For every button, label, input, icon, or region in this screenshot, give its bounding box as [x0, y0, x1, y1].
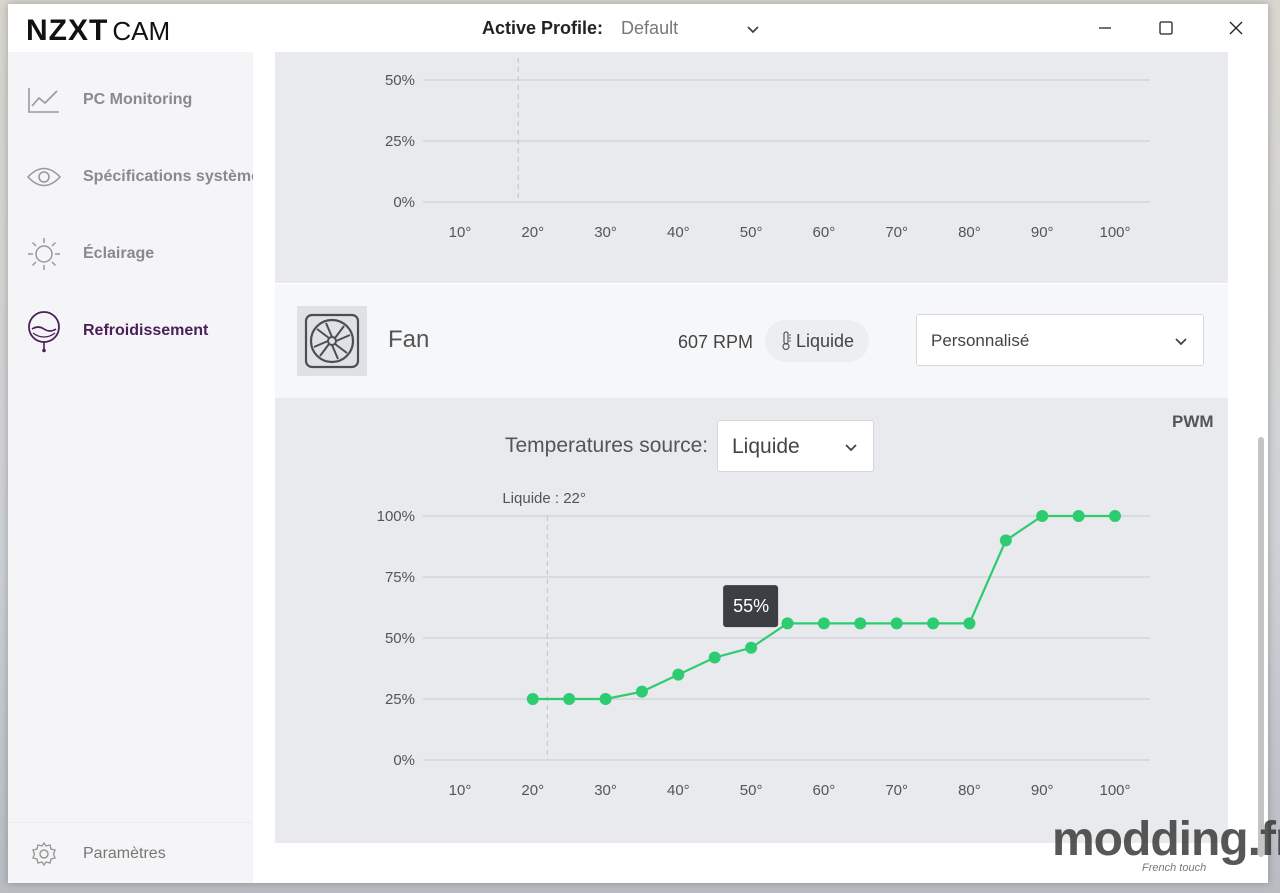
- sidebar-item-lighting[interactable]: Éclairage: [8, 229, 253, 279]
- fan-rpm: 607 RPM: [678, 332, 754, 352]
- profile-label: Active Profile:: [482, 18, 604, 38]
- active-profile-selector[interactable]: Active Profile: Default: [482, 18, 761, 39]
- sidebar-item-settings[interactable]: Paramètres: [8, 829, 253, 879]
- minimize-icon: [1099, 27, 1111, 29]
- x-tick-label: 20°: [521, 224, 544, 241]
- source-pill-label: Liquide: [795, 330, 855, 351]
- sidebar-item-pc-monitoring[interactable]: PC Monitoring: [8, 75, 253, 125]
- curve-point: [1036, 510, 1049, 522]
- curve-line: [532, 514, 1115, 701]
- y-tick-label: 0%: [393, 752, 415, 769]
- tooltip-text: 55%: [733, 596, 769, 616]
- curve-point: [927, 617, 940, 630]
- fan-header-row: Fan 607 RPM Liquide Personnalisé: [275, 284, 1228, 398]
- watermark-sub: French touch: [1142, 862, 1207, 874]
- sidebar-item-label: Refroidissement: [83, 322, 209, 339]
- sun-icon: [26, 236, 62, 272]
- curve-point: [999, 534, 1012, 547]
- sidebar-footer: Paramètres: [8, 822, 253, 884]
- x-tick-label: 90°: [1031, 224, 1054, 241]
- x-tick-label: 40°: [667, 782, 690, 799]
- settings-label: Paramètres: [83, 845, 166, 862]
- curve-point: [745, 641, 758, 654]
- chevron-down-icon: [1175, 338, 1187, 346]
- line-chart-icon: [26, 82, 62, 118]
- profile-value: Default: [621, 18, 679, 38]
- curve-point: [1072, 510, 1085, 522]
- chevron-down-icon: [747, 25, 759, 33]
- minimize-button[interactable]: [1091, 14, 1119, 42]
- curve-point: [672, 668, 685, 681]
- x-tick-label: 30°: [594, 224, 617, 241]
- curve-point: [963, 617, 976, 630]
- curve-point: [563, 693, 576, 705]
- fan-name: Fan: [388, 326, 430, 353]
- curve-point: [526, 693, 539, 705]
- y-tick-label: 50%: [385, 630, 415, 647]
- gear-icon: [26, 836, 62, 872]
- x-tick-label: 20°: [521, 782, 544, 799]
- eye-icon: [26, 159, 62, 195]
- logo-nzxt: NZXT: [26, 14, 109, 47]
- curve-point: [890, 617, 903, 630]
- x-tick-label: 70°: [885, 224, 908, 241]
- close-icon: [1229, 21, 1243, 35]
- x-tick-label: 10°: [449, 224, 472, 241]
- y-tick-label: 0%: [393, 194, 415, 211]
- previous-fan-curve-panel: 50% 25% 0% 10° 20° 30° 40° 50° 60° 70° 80° 90° 100°: [275, 52, 1228, 283]
- close-button[interactable]: [1222, 14, 1250, 42]
- curve-point: [1109, 510, 1121, 522]
- watermark-logo: modding.fr: [1052, 813, 1280, 866]
- maximize-icon: [1159, 21, 1173, 35]
- fan-mode-value: Personnalisé: [931, 331, 1030, 350]
- y-tick-label: 100%: [377, 508, 415, 525]
- y-tick-label: 75%: [385, 569, 415, 586]
- maximize-button[interactable]: [1152, 14, 1180, 42]
- app-window: NZXT CAM Active Profile: Default PC Moni…: [8, 4, 1268, 883]
- x-tick-label: 80°: [958, 224, 981, 241]
- x-tick-label: 60°: [813, 782, 836, 799]
- curve-point: [854, 617, 867, 630]
- current-temp-label: Liquide : 22°: [502, 490, 586, 507]
- curve-point: [708, 651, 721, 664]
- curve-point: [781, 617, 794, 630]
- fan-curve-panel: PWM Temperatures source: Liquide 100% 75%…: [275, 398, 1228, 843]
- title-bar: NZXT CAM Active Profile: Default: [8, 4, 1268, 52]
- main-content: 50% 25% 0% 10° 20° 30° 40° 50° 60° 70° 80° 90° 100° …: [253, 52, 1268, 883]
- sidebar-item-label: Éclairage: [83, 245, 155, 262]
- curve-point: [599, 693, 612, 705]
- x-tick-label: 80°: [958, 782, 981, 799]
- scrollbar-thumb[interactable]: [1258, 437, 1264, 857]
- y-tick-label: 50%: [385, 72, 415, 89]
- cooling-drop-icon: [26, 311, 62, 353]
- logo-cam: CAM: [112, 16, 171, 46]
- x-tick-label: 50°: [740, 224, 763, 241]
- x-tick-label: 60°: [813, 224, 836, 241]
- y-tick-label: 25%: [385, 691, 415, 708]
- value-tooltip: 55%: [723, 585, 779, 628]
- x-tick-label: 50°: [740, 782, 763, 799]
- x-tick-label: 100°: [1099, 782, 1130, 799]
- app-logo: NZXT CAM: [26, 14, 171, 47]
- x-tick-label: 10°: [449, 782, 472, 799]
- fan-device-icon: [297, 306, 367, 376]
- fan-curve-chart[interactable]: 100% 75% 50% 25% 0% 10° 20° 30° 40° 50° 60° 70° 80° 9…: [275, 398, 1228, 843]
- curve-point: [635, 685, 648, 698]
- x-tick-label: 70°: [885, 782, 908, 799]
- y-tick-label: 25%: [385, 133, 415, 150]
- thermometer-icon: [782, 331, 791, 351]
- sidebar-item-label: PC Monitoring: [83, 91, 193, 108]
- x-tick-label: 100°: [1099, 224, 1130, 241]
- x-tick-label: 30°: [594, 782, 617, 799]
- x-tick-label: 90°: [1031, 782, 1054, 799]
- temperature-source-badge: Liquide: [765, 320, 869, 362]
- curve-point: [817, 617, 830, 630]
- sidebar-item-specifications[interactable]: Spécifications système: [8, 152, 260, 202]
- x-tick-label: 40°: [667, 224, 690, 241]
- previous-fan-curve-chart[interactable]: 50% 25% 0% 10° 20° 30° 40° 50° 60° 70° 80° 90° 100°: [275, 52, 1228, 283]
- sidebar-item-label: Spécifications système: [83, 168, 260, 185]
- fan-mode-dropdown[interactable]: Personnalisé: [916, 314, 1204, 366]
- sidebar: PC Monitoring Spécifications système Écl…: [8, 52, 260, 884]
- sidebar-item-cooling[interactable]: Refroidissement: [8, 306, 253, 356]
